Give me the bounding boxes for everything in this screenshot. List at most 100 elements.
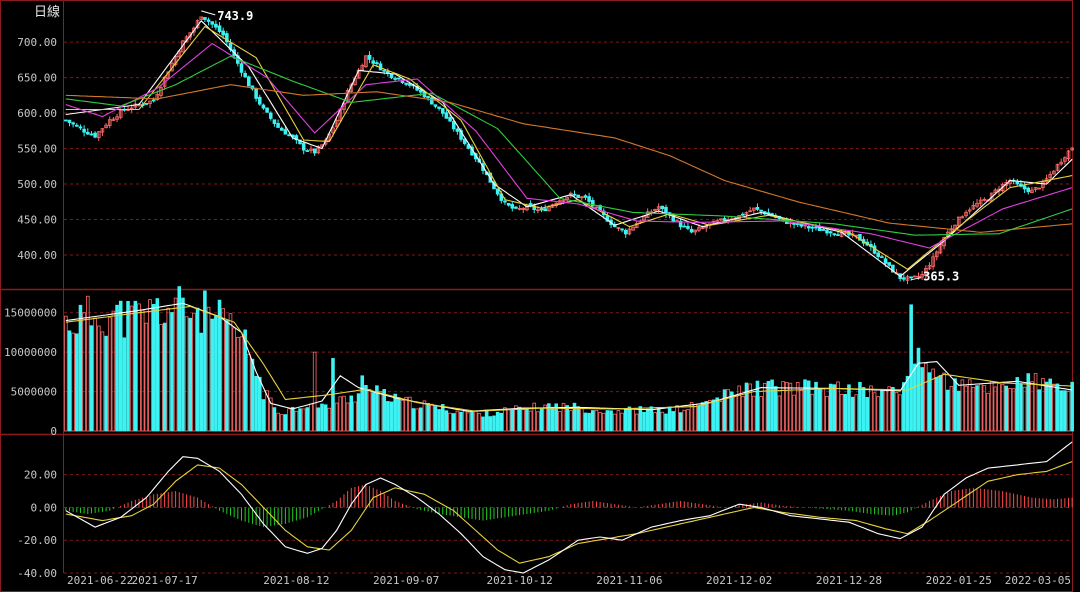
candle-body xyxy=(821,229,826,231)
candle-body xyxy=(576,194,580,198)
candle-body xyxy=(880,256,884,259)
volume-bar xyxy=(492,415,496,432)
volume-bar xyxy=(78,304,83,432)
volume-bar xyxy=(865,397,870,432)
volume-bar xyxy=(170,312,174,432)
volume-bar xyxy=(364,385,368,432)
candle-body xyxy=(817,226,822,232)
candle-body xyxy=(883,258,888,264)
volume-bar xyxy=(371,392,376,432)
candle-body xyxy=(440,108,445,114)
candle-body xyxy=(78,126,83,129)
volume-bar xyxy=(880,389,884,432)
volume-bar xyxy=(217,299,222,432)
volume-bar xyxy=(481,416,485,432)
x-tick-label: 2021-08-12 xyxy=(263,574,329,587)
candle-body xyxy=(151,99,156,102)
volume-bar xyxy=(181,297,185,432)
volume-bar xyxy=(133,300,138,432)
volume-bar xyxy=(433,406,438,432)
candle-body xyxy=(82,128,86,133)
volume-bar xyxy=(539,408,544,432)
candle-body xyxy=(301,142,306,151)
volume-bar xyxy=(766,380,771,432)
volume-bar xyxy=(254,375,258,432)
candle-body xyxy=(510,204,515,209)
y-tick-label: 500.00 xyxy=(17,178,57,191)
candle-body xyxy=(572,193,577,196)
candle-body xyxy=(85,131,90,135)
volume-bar xyxy=(440,404,445,432)
volume-bar xyxy=(1037,389,1042,432)
candle-body xyxy=(448,117,452,122)
candle-body xyxy=(876,252,881,257)
volume-bar xyxy=(664,413,668,432)
y-tick-label: 700.00 xyxy=(17,36,57,49)
volume-bar xyxy=(1059,390,1063,432)
volume-bar xyxy=(67,330,72,432)
low-annotation: 365.3 xyxy=(923,270,959,284)
candle-body xyxy=(261,104,266,109)
candle-body xyxy=(682,225,687,228)
y-tick-label: 0 xyxy=(50,425,57,438)
candle-body xyxy=(283,129,288,135)
candle-body xyxy=(71,122,75,125)
volume-bar xyxy=(850,396,855,432)
candle-body xyxy=(393,78,397,80)
x-tick-label: 2022-01-25 xyxy=(926,574,992,587)
candle-body xyxy=(144,103,149,105)
volume-bar xyxy=(122,337,127,432)
volume-bar xyxy=(817,388,822,432)
candle-body xyxy=(887,262,891,266)
volume-bar xyxy=(667,406,672,432)
volume-bar xyxy=(715,397,719,432)
volume-bar xyxy=(437,409,441,432)
volume-bar xyxy=(843,393,848,432)
volume-bar xyxy=(499,412,504,432)
x-tick-label: 2021-11-06 xyxy=(596,574,662,587)
y-tick-label: 15000000 xyxy=(4,307,57,320)
candle-body xyxy=(437,106,441,109)
volume-bar xyxy=(320,403,324,432)
volume-bar xyxy=(627,406,632,432)
candle-body xyxy=(397,77,401,80)
volume-bar xyxy=(1004,385,1009,432)
volume-bar xyxy=(916,347,921,432)
candle-body xyxy=(265,107,269,113)
candle-body xyxy=(689,228,694,233)
volume-bar xyxy=(419,407,423,432)
candle-body xyxy=(257,96,262,105)
candle-body xyxy=(792,222,796,225)
volume-bar xyxy=(700,402,705,432)
volume-bar xyxy=(642,411,646,432)
candle-body xyxy=(64,119,68,122)
volume-bar xyxy=(913,363,917,432)
candle-body xyxy=(243,72,247,78)
volume-bar xyxy=(495,411,500,432)
candle-body xyxy=(832,233,837,236)
candle-body xyxy=(741,213,745,216)
candle-body xyxy=(799,224,804,227)
volume-bar xyxy=(583,412,588,432)
volume-bar xyxy=(590,410,595,432)
candle-body xyxy=(279,127,284,131)
candle-body xyxy=(587,196,591,202)
candle-body xyxy=(312,148,317,154)
candle-body xyxy=(371,60,376,64)
volume-bar xyxy=(484,409,489,432)
candle-body xyxy=(686,226,690,229)
y-tick-label: 650.00 xyxy=(17,72,57,85)
y-tick-label: 550.00 xyxy=(17,143,57,156)
high-annotation: 743.9 xyxy=(217,9,253,23)
volume-bar xyxy=(956,390,961,432)
volume-bar xyxy=(470,411,474,432)
x-tick-label: 2021-12-28 xyxy=(816,574,882,587)
volume-bar xyxy=(451,413,456,432)
volume-bar xyxy=(678,412,683,432)
candle-body xyxy=(214,23,218,28)
volume-bar xyxy=(188,317,193,432)
candle-body xyxy=(1026,187,1031,193)
volume-bar xyxy=(909,304,913,432)
volume-bar xyxy=(488,416,493,432)
volume-bar xyxy=(316,407,321,432)
